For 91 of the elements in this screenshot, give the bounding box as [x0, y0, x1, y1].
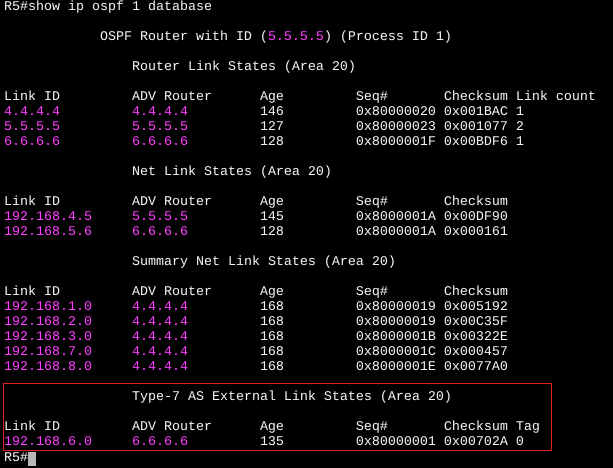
column-header: Seq#	[356, 195, 389, 210]
column-header: Age	[260, 420, 285, 435]
column-header: Link ID	[4, 285, 61, 300]
table-cell-text: 0	[516, 435, 525, 450]
column-header: Seq#	[356, 285, 389, 300]
table-cell-text: 168	[260, 330, 285, 345]
table-cell-text: 6.6.6.6	[132, 225, 189, 240]
table-cell-text: 168	[260, 345, 285, 360]
column-header: Age	[260, 195, 285, 210]
table-cell-text: 145	[260, 210, 285, 225]
table-cell-text: 192.168.4.5	[4, 210, 93, 225]
router-title-text: ) (Process ID 1)	[324, 30, 452, 45]
router-id: 5.5.5.5	[268, 30, 324, 45]
column-header: Age	[260, 285, 285, 300]
table-cell-text: 4.4.4.4	[132, 345, 189, 360]
section-title: Net Link States (Area 20)	[132, 165, 332, 180]
table-cell-text: 4.4.4.4	[132, 360, 189, 375]
table-cell-text: 1	[516, 105, 525, 120]
table-cell-text: 1	[516, 135, 525, 150]
table-cell-text: 192.168.5.6	[4, 225, 93, 240]
table-cell-text: 6.6.6.6	[4, 135, 61, 150]
table-cell-text: 135	[260, 435, 285, 450]
table-cell-text: 128	[260, 135, 285, 150]
router-title-text: OSPF Router with ID (	[100, 30, 268, 45]
section-title: Router Link States (Area 20)	[132, 60, 356, 75]
column-header: Seq#	[356, 90, 389, 105]
table-cell-text: 146	[260, 105, 285, 120]
table-cell-text: 0x8000001A	[356, 225, 437, 240]
table-cell-text: 127	[260, 120, 285, 135]
column-header: ADV Router	[132, 195, 213, 210]
table-cell-text: 4.4.4.4	[132, 300, 189, 315]
table-cell-text: 0x8000001A	[356, 210, 437, 225]
column-header: Checksum	[444, 420, 509, 435]
column-header: Seq#	[356, 420, 389, 435]
table-cell-text: 0x8000001F	[356, 135, 437, 150]
table-cell-text: 4.4.4.4	[132, 105, 189, 120]
section-title: Type-7 AS External Link States (Area 20)	[132, 390, 452, 405]
table-cell-text: 5.5.5.5	[4, 120, 61, 135]
table-cell-text: 0x001BAC	[444, 105, 509, 120]
column-header: Link ID	[4, 90, 61, 105]
table-cell-text: 0x8000001B	[356, 330, 437, 345]
table-cell-text: 0x005192	[444, 300, 509, 315]
column-header: ADV Router	[132, 420, 213, 435]
table-cell-text: 0x00702A	[444, 435, 509, 450]
table-cell-text: 6.6.6.6	[132, 135, 189, 150]
table-cell-text: 2	[516, 120, 525, 135]
table-cell-text: 0x00322E	[444, 330, 509, 345]
table-cell-text: 168	[260, 300, 285, 315]
table-cell-text: 192.168.2.0	[4, 315, 93, 330]
table-cell-text: 192.168.1.0	[4, 300, 93, 315]
table-cell-text: 0x000161	[444, 225, 509, 240]
table-cell-text: 0x80000001	[356, 435, 437, 450]
column-header: ADV Router	[132, 285, 213, 300]
table-cell-text: 168	[260, 315, 285, 330]
table-cell-text: 192.168.8.0	[4, 360, 93, 375]
column-header: Checksum	[444, 195, 509, 210]
table-cell-text: 0x00C35F	[444, 315, 509, 330]
table-cell-text: 0x8000001E	[356, 360, 437, 375]
table-cell-text: 192.168.3.0	[4, 330, 93, 345]
column-header: ADV Router	[132, 90, 213, 105]
table-cell-text: 0x000457	[444, 345, 509, 360]
column-header: Checksum	[444, 90, 509, 105]
table-cell-text: 4.4.4.4	[4, 105, 61, 120]
table-cell-text: 0x80000019	[356, 300, 437, 315]
command-line: R5#show ip ospf 1 database	[4, 0, 212, 15]
table-cell-text: 0x8000001C	[356, 345, 437, 360]
column-header: Link ID	[4, 195, 61, 210]
column-header: Tag	[516, 420, 541, 435]
table-cell-text: 0x00DF90	[444, 210, 509, 225]
table-cell-text: 0x80000020	[356, 105, 437, 120]
table-cell-text: 0x80000023	[356, 120, 437, 135]
column-header: Checksum	[444, 285, 509, 300]
table-cell-text: 0x00BDF6	[444, 135, 509, 150]
table-cell-text: 168	[260, 360, 285, 375]
table-cell-text: 5.5.5.5	[132, 210, 189, 225]
column-header: Link ID	[4, 420, 61, 435]
table-cell-text: 128	[260, 225, 285, 240]
table-cell-text: 192.168.6.0	[4, 435, 93, 450]
table-cell-text: 192.168.7.0	[4, 345, 93, 360]
section-title: Summary Net Link States (Area 20)	[132, 255, 396, 270]
table-cell-text: 0x0077A0	[444, 360, 509, 375]
table-cell-text: 0x001077	[444, 120, 509, 135]
column-header: Link count	[516, 90, 597, 105]
table-cell-text: 5.5.5.5	[132, 120, 189, 135]
column-header: Age	[260, 90, 285, 105]
cursor-icon	[28, 452, 36, 466]
prompt: R5#	[4, 451, 28, 466]
table-cell-text: 6.6.6.6	[132, 435, 189, 450]
table-cell-text: 4.4.4.4	[132, 315, 189, 330]
table-cell-text: 4.4.4.4	[132, 330, 189, 345]
table-cell-text: 0x80000019	[356, 315, 437, 330]
